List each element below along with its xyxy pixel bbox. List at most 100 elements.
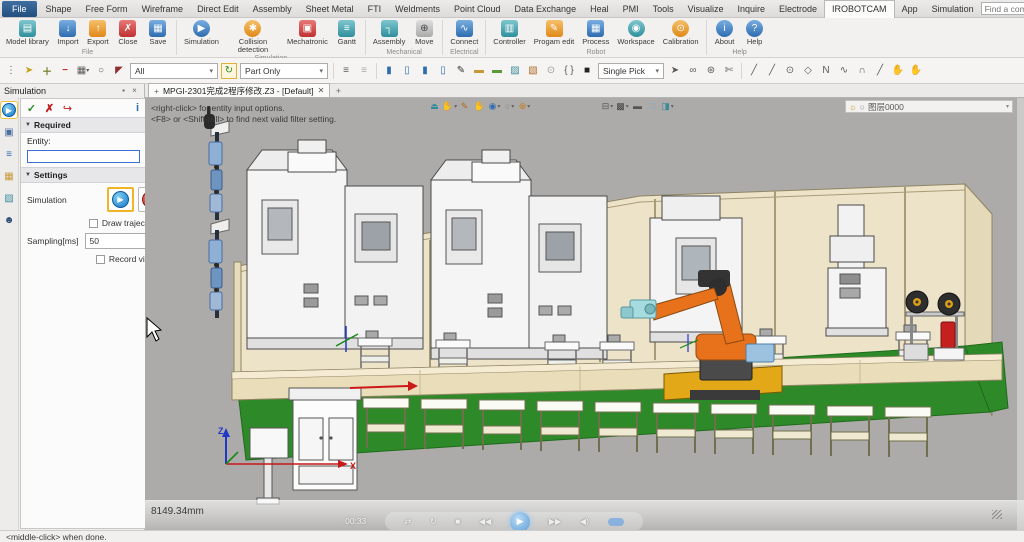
- layer-control[interactable]: ☼ ○ 图层0000 ▾: [845, 100, 1013, 113]
- volume-button[interactable]: ◀): [580, 517, 589, 526]
- loop-select-icon[interactable]: ⊛: [703, 63, 719, 79]
- annotation-pen-icon[interactable]: ✎: [453, 63, 469, 79]
- ribbon-button-about[interactable]: iAbout: [710, 19, 740, 47]
- stop-playback-button[interactable]: ■: [455, 517, 460, 526]
- pick-hand-icon[interactable]: ✋▾: [443, 100, 456, 112]
- forward-button[interactable]: ▶▶: [549, 517, 561, 526]
- ribbon-button-save[interactable]: ▦Save: [143, 19, 173, 47]
- grab-hand-icon[interactable]: ✋: [908, 63, 924, 79]
- menu-data-exchange[interactable]: Data Exchange: [508, 0, 584, 18]
- ribbon-button-close[interactable]: ✗Close: [113, 19, 143, 47]
- view-globe-icon[interactable]: ◉▾: [488, 100, 501, 112]
- menu-point-cloud[interactable]: Point Cloud: [447, 0, 508, 18]
- spline-tool-icon[interactable]: ∿: [836, 63, 852, 79]
- ribbon-button-gantt[interactable]: ≡Gantt: [332, 19, 362, 47]
- show-plane-icon[interactable]: ▮: [417, 63, 433, 79]
- remove-icon[interactable]: −: [57, 63, 73, 79]
- resize-grip-icon[interactable]: [992, 510, 1002, 519]
- panel-close-icon[interactable]: ×: [129, 85, 140, 96]
- pan-hand-icon[interactable]: ✋: [890, 63, 906, 79]
- ribbon-button-calibration[interactable]: ⊙Calibration: [659, 19, 703, 47]
- polyline-tool-icon[interactable]: N: [818, 63, 834, 79]
- machine-tab-icon[interactable]: ▣: [0, 123, 18, 141]
- menu-free-form[interactable]: Free Form: [79, 0, 135, 18]
- ribbon-button-export[interactable]: ↑Export: [83, 19, 113, 47]
- ribbon-button-mechatronic[interactable]: ▣Mechatronic: [283, 19, 332, 47]
- menu-direct-edit[interactable]: Direct Edit: [190, 0, 246, 18]
- display-filter-alt-icon[interactable]: ≡: [356, 63, 372, 79]
- menu-visualize[interactable]: Visualize: [681, 0, 731, 18]
- menu-app[interactable]: App: [895, 0, 925, 18]
- menu-fti[interactable]: FTI: [361, 0, 389, 18]
- show-datum-icon[interactable]: ▮: [381, 63, 397, 79]
- pick-cursor-icon[interactable]: ➤: [667, 63, 683, 79]
- sim-play-tab-icon[interactable]: ▶: [0, 101, 18, 119]
- info-icon[interactable]: i: [130, 101, 145, 115]
- command-search[interactable]: [981, 2, 1024, 15]
- show-point-icon[interactable]: ▯: [435, 63, 451, 79]
- component-icon[interactable]: ▧: [525, 63, 541, 79]
- command-search-input[interactable]: [985, 4, 1024, 14]
- apply-exit-icon[interactable]: ↪: [60, 101, 75, 115]
- drag-hand-icon[interactable]: ✋: [473, 100, 486, 112]
- ribbon-button-controller[interactable]: ▥Controller: [489, 19, 530, 47]
- image-layer-icon[interactable]: ▨: [507, 63, 523, 79]
- line-tool-icon[interactable]: ╱: [746, 63, 762, 79]
- menu-weldments[interactable]: Weldments: [388, 0, 447, 18]
- select-cursor-icon[interactable]: ➤: [21, 63, 37, 79]
- scope-dropdown[interactable]: Part Only▾: [240, 63, 328, 79]
- operator-tab-icon[interactable]: ☻: [0, 211, 18, 229]
- history-clock-icon[interactable]: ⊙: [543, 63, 559, 79]
- display-mode-icon[interactable]: ⊟▾: [601, 100, 614, 112]
- loop-button[interactable]: ↻: [430, 517, 437, 526]
- entity-filter-icon[interactable]: ◤: [111, 63, 127, 79]
- ribbon-button-move[interactable]: ⊕Move: [409, 19, 439, 47]
- ribbon-button-collision-detection[interactable]: ✱Collision detection: [223, 19, 283, 55]
- ribbon-button-import[interactable]: ↓Import: [53, 19, 83, 47]
- menu-wireframe[interactable]: Wireframe: [135, 0, 191, 18]
- ribbon-button-progam-edit[interactable]: ✎Progam edit: [530, 19, 578, 47]
- chain-select-icon[interactable]: ∞: [685, 63, 701, 79]
- circle-select-icon[interactable]: ○: [93, 63, 109, 79]
- exit-sketch-icon[interactable]: ⏏: [428, 100, 441, 112]
- document-tab[interactable]: + MPGI-2301完成2程序修改.Z3 - [Default] ✕: [148, 83, 330, 97]
- expression-braces-icon[interactable]: { }: [561, 63, 577, 79]
- polygon-tool-icon[interactable]: ◇: [800, 63, 816, 79]
- regen-icon[interactable]: ↻: [221, 63, 237, 79]
- ribbon-button-assembly[interactable]: ┐Assembly: [369, 19, 410, 47]
- add-icon[interactable]: ＋: [39, 63, 55, 79]
- menu-simulation[interactable]: Simulation: [925, 0, 981, 18]
- menu-shape[interactable]: Shape: [39, 0, 79, 18]
- structure-tab-icon[interactable]: ≡: [0, 145, 18, 163]
- pick-mode-dropdown[interactable]: Single Pick▾: [598, 63, 664, 79]
- drag-handle-icon[interactable]: ⋮: [3, 63, 19, 79]
- workspace-tab-icon[interactable]: ▦: [0, 167, 18, 185]
- entity-input[interactable]: [27, 150, 140, 163]
- view-sphere-icon[interactable]: ○▾: [503, 100, 516, 112]
- selection-grid-icon[interactable]: ▦▾: [75, 63, 91, 79]
- circle-tool-icon[interactable]: ⊙: [782, 63, 798, 79]
- new-tab-button[interactable]: +: [330, 84, 346, 97]
- rewind-button[interactable]: ◀◀: [479, 517, 491, 526]
- display-filter-icon[interactable]: ≡: [338, 63, 354, 79]
- menu-sheet-metal[interactable]: Sheet Metal: [299, 0, 361, 18]
- speed-control[interactable]: [608, 518, 624, 526]
- tab-close-icon[interactable]: ✕: [318, 86, 325, 95]
- play-simulation-button[interactable]: ▶: [107, 187, 134, 212]
- view-gear-icon[interactable]: ⊛▾: [518, 100, 531, 112]
- folder-open-icon[interactable]: ▬: [489, 63, 505, 79]
- menu-assembly[interactable]: Assembly: [246, 0, 299, 18]
- draw-trajectory-checkbox[interactable]: [89, 219, 98, 228]
- panel-pin-icon[interactable]: ▪: [118, 85, 129, 96]
- shuffle-button[interactable]: ⇄: [404, 517, 411, 526]
- record-video-checkbox[interactable]: [96, 255, 105, 264]
- viewport-scrollbar[interactable]: [1017, 98, 1024, 530]
- background-icon[interactable]: □: [646, 100, 659, 112]
- file-menu-button[interactable]: File: [2, 1, 37, 17]
- arc-tool-icon[interactable]: ∩: [854, 63, 870, 79]
- filter-dropdown[interactable]: All▾: [130, 63, 218, 79]
- line2-tool-icon[interactable]: ╱: [764, 63, 780, 79]
- ribbon-button-simulation[interactable]: ▶Simulation: [180, 19, 223, 47]
- menu-heal[interactable]: Heal: [583, 0, 616, 18]
- layer-circle-icon[interactable]: ○: [860, 102, 865, 112]
